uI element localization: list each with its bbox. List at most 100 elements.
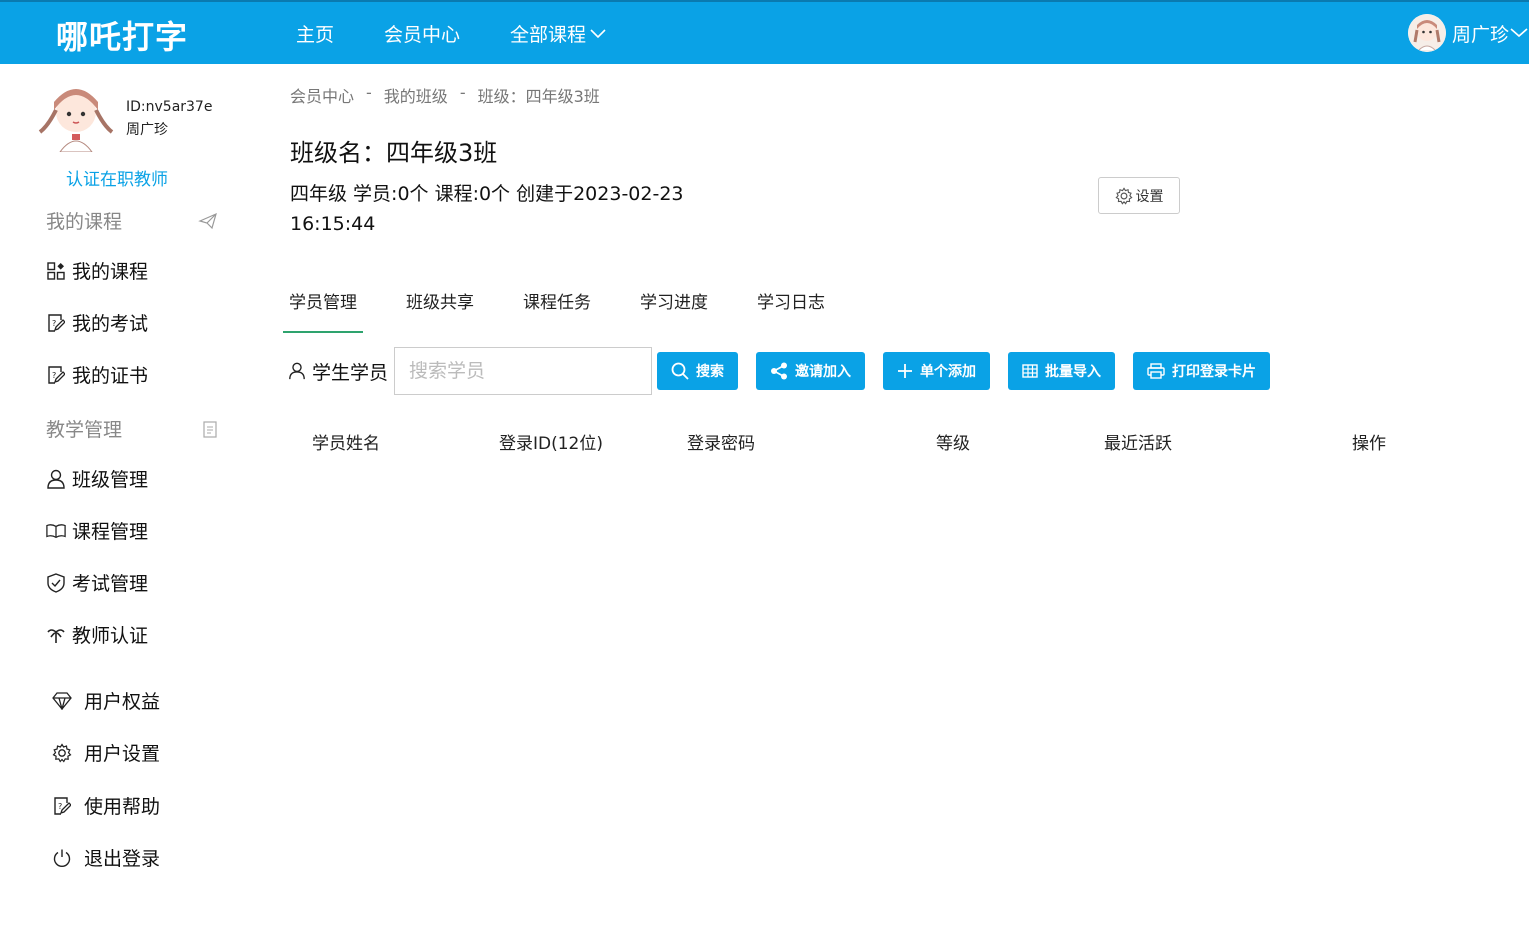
user-icon (289, 362, 305, 380)
top-bar: 哪吒打字 主页 会员中心 全部课程 周广珍 (0, 0, 1529, 64)
search-button[interactable]: 搜索 (657, 352, 739, 390)
invite-button-label: 邀请加入 (795, 364, 852, 380)
power-icon (52, 848, 72, 868)
section-teaching-label: 教学管理 (46, 419, 123, 441)
breadcrumb: 会员中心 - 我的班级 - 班级：四年级3班 (290, 83, 600, 107)
shield-check-icon (46, 572, 66, 593)
breadcrumb-item[interactable]: 我的班级 (384, 83, 448, 107)
user-menu[interactable]: 周广珍 (1407, 14, 1529, 52)
batch-import-button[interactable]: 批量导入 (1008, 352, 1116, 390)
tab-course-tasks[interactable]: 课程任务 (517, 288, 597, 333)
plus-icon (898, 364, 913, 378)
students-label-text: 学生学员 (312, 361, 389, 384)
main-nav: 主页 会员中心 全部课程 (296, 20, 657, 47)
column-header: 最近活跃 (1104, 434, 1172, 454)
chevron-down-icon (1510, 28, 1528, 38)
batch-import-button-label: 批量导入 (1045, 364, 1102, 380)
breadcrumb-item: 班级：四年级3班 (477, 87, 600, 106)
class-info: 四年级 学员:0个 课程:0个 创建于2023-02-23 16:15:44 (290, 183, 684, 235)
settings-button-label: 设置 (1135, 188, 1164, 205)
settings-button[interactable]: 设置 (1098, 177, 1180, 214)
sidebar-item-logout[interactable]: 退出登录 (52, 844, 160, 871)
chevron-down-icon (590, 28, 606, 38)
column-header: 操作 (1352, 434, 1386, 454)
gear-icon (1114, 186, 1133, 205)
breadcrumb-separator: - (459, 83, 466, 102)
edit-doc-icon: ? (52, 796, 72, 816)
diamond-icon (52, 691, 72, 711)
sidebar-item-my-exams[interactable]: ? 我的考试 (46, 309, 148, 336)
tab-learning-log[interactable]: 学习日志 (751, 288, 831, 333)
column-header: 登录ID(12位) (499, 434, 604, 454)
user-name: 周广珍 (1451, 23, 1509, 46)
sidebar-item-label: 班级管理 (72, 469, 149, 491)
breadcrumb-item[interactable]: 会员中心 (290, 83, 354, 107)
table-icon (1022, 364, 1038, 378)
sidebar-item-course-management[interactable]: 课程管理 (46, 517, 148, 544)
logo[interactable]: 哪吒打字 (56, 12, 188, 58)
nav-all-courses[interactable]: 全部课程 (510, 20, 607, 47)
apps-icon (46, 261, 66, 281)
sidebar-item-label: 考试管理 (72, 573, 149, 595)
nav-all-courses-label: 全部课程 (510, 24, 587, 46)
clipboard-icon (203, 420, 217, 438)
gear-icon (52, 742, 72, 763)
sidebar-item-help[interactable]: ? 使用帮助 (52, 792, 160, 819)
tab-class-share[interactable]: 班级共享 (400, 288, 480, 333)
student-toolbar: 学生学员 搜索 邀请加入 单个添加 批量导入 打印登录卡片 (288, 347, 1288, 395)
share-icon (771, 362, 788, 380)
sidebar-item-label: 使用帮助 (84, 796, 161, 818)
add-single-button[interactable]: 单个添加 (883, 352, 991, 390)
avatar (1407, 14, 1446, 52)
section-my-courses: 我的课程 (46, 207, 218, 234)
sidebar-item-teacher-verification[interactable]: 教师认证 (46, 621, 148, 648)
add-single-button-label: 单个添加 (920, 364, 977, 380)
page-title: 班级名：四年级3班 (290, 139, 498, 167)
students-label: 学生学员 (288, 358, 388, 385)
sidebar-item-label: 退出登录 (84, 848, 161, 870)
verify-teacher-link[interactable]: 认证在职教师 (66, 165, 168, 190)
sidebar-item-label: 我的考试 (72, 313, 149, 335)
search-icon (671, 362, 689, 380)
column-header: 登录密码 (687, 434, 755, 454)
section-my-courses-label: 我的课程 (46, 211, 123, 233)
profile-avatar (36, 82, 118, 153)
print-login-card-button[interactable]: 打印登录卡片 (1133, 352, 1271, 390)
nav-member-center-label: 会员中心 (384, 24, 461, 46)
paper-plane-icon (198, 212, 217, 229)
svg-text:?: ? (52, 371, 56, 380)
edit-doc-icon: ? (46, 313, 66, 333)
column-header: 学员姓名 (312, 434, 380, 454)
sidebar-item-user-settings[interactable]: 用户设置 (52, 739, 160, 766)
sidebar-item-label: 教师认证 (72, 625, 149, 647)
breadcrumb-separator: - (366, 83, 372, 102)
svg-text:?: ? (58, 802, 62, 811)
invite-button[interactable]: 邀请加入 (756, 352, 866, 390)
sidebar-item-user-benefits[interactable]: 用户权益 (52, 687, 160, 714)
sidebar-item-label: 用户设置 (84, 743, 161, 765)
sidebar-item-my-courses[interactable]: 我的课程 (46, 257, 148, 284)
palm-tree-icon (46, 625, 66, 645)
sidebar-item-my-certificates[interactable]: ? 我的证书 (46, 361, 148, 388)
sidebar-item-label: 课程管理 (72, 521, 149, 543)
sidebar: ID:nv5ar37e 周广珍 认证在职教师 我的课程 我的课程 ? 我的考试 … (0, 64, 246, 936)
search-button-label: 搜索 (696, 364, 725, 380)
nav-home-label: 主页 (296, 24, 335, 46)
profile-name: 周广珍 (126, 122, 168, 138)
profile-id: ID:nv5ar37e (126, 99, 213, 115)
book-open-icon (46, 521, 66, 541)
search-input[interactable] (394, 347, 653, 395)
nav-home[interactable]: 主页 (296, 20, 334, 47)
section-teaching: 教学管理 (46, 415, 218, 442)
nav-member-center[interactable]: 会员中心 (384, 20, 460, 47)
tab-learning-progress[interactable]: 学习进度 (634, 288, 714, 333)
edit-doc-icon: ? (46, 365, 66, 385)
column-header: 等级 (936, 434, 970, 454)
tab-bar: 学员管理 班级共享 课程任务 学习进度 学习日志 (283, 288, 868, 333)
sidebar-item-label: 我的证书 (72, 365, 149, 387)
sidebar-item-exam-management[interactable]: 考试管理 (46, 569, 148, 596)
tab-student-management[interactable]: 学员管理 (283, 288, 363, 333)
sidebar-item-class-management[interactable]: 班级管理 (46, 465, 148, 492)
sidebar-item-label: 用户权益 (84, 691, 161, 713)
svg-text:?: ? (52, 319, 56, 328)
